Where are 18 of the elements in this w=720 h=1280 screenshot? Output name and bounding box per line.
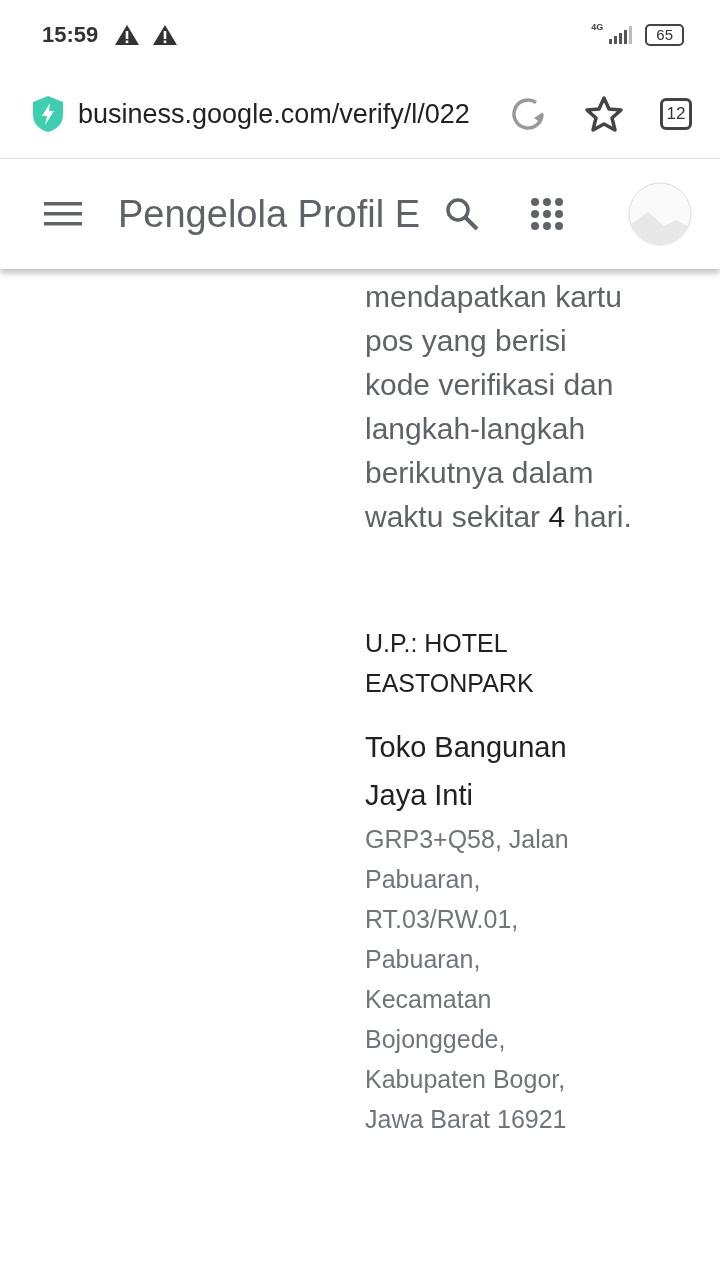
app-title: Pengelola Profil E xyxy=(118,192,421,236)
tab-count-button[interactable]: 12 xyxy=(660,98,692,130)
url-text[interactable]: business.google.com/verify/l/022 xyxy=(78,98,496,130)
business-name: Toko Bangunan Jaya Inti xyxy=(365,730,568,813)
reload-icon[interactable] xyxy=(510,96,546,132)
menu-icon[interactable] xyxy=(44,201,82,227)
warning-icon xyxy=(152,24,179,46)
verification-message: mendapatkan kartu pos yang berisi kode verifikasi dan langkah-langkah berikutnya dalam waktu sekitar 4 hari. xyxy=(365,279,633,535)
status-time: 15:59 xyxy=(42,22,99,48)
apps-grid-icon[interactable] xyxy=(530,197,565,231)
business-address: GRP3+Q58, Jalan Pabuaran, RT.03/RW.01, Pabuaran, Kecamatan Bojonggede, Kabupaten Bogor, Jawa Barat 16921 xyxy=(365,824,570,1135)
battery-level: 65 xyxy=(645,24,684,46)
recipient-line: U.P.: HOTEL EASTONPARK xyxy=(365,628,535,699)
shield-icon xyxy=(32,95,64,133)
search-icon[interactable] xyxy=(444,196,481,232)
star-icon[interactable] xyxy=(584,95,624,133)
warning-icon xyxy=(114,24,141,46)
network-type: 4G xyxy=(591,22,604,32)
